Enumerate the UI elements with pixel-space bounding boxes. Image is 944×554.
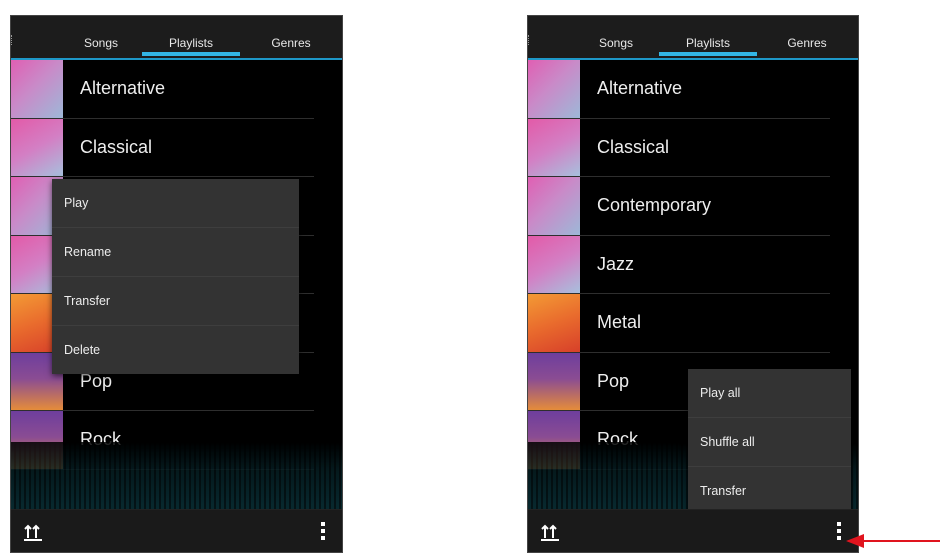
phone-screen-left: Songs Playlists Genres Alternative Class… xyxy=(10,15,343,553)
playlist-label: Contemporary xyxy=(597,195,712,215)
menu-item-play-all[interactable]: Play all xyxy=(688,369,851,418)
tab-genres[interactable]: Genres xyxy=(256,16,326,56)
overflow-menu-icon[interactable] xyxy=(836,522,842,542)
playlist-thumbnail xyxy=(528,60,580,118)
playlist-row-metal[interactable]: Metal xyxy=(528,294,830,353)
menu-item-play[interactable]: Play xyxy=(52,179,299,228)
tab-scroll-indicator xyxy=(11,35,14,45)
menu-item-delete[interactable]: Delete xyxy=(52,326,299,374)
playlist-thumbnail xyxy=(528,177,580,235)
playlist-thumbnail xyxy=(528,352,580,410)
playlist-context-menu: Play Rename Transfer Delete xyxy=(52,179,299,374)
tab-playlists[interactable]: Playlists xyxy=(659,16,757,56)
playlist-thumbnail xyxy=(528,294,580,352)
visualizer-background xyxy=(11,442,342,510)
tab-genres[interactable]: Genres xyxy=(772,16,842,56)
menu-item-transfer[interactable]: Transfer xyxy=(52,277,299,326)
overflow-menu: Play all Shuffle all Transfer xyxy=(688,369,851,515)
playlist-thumbnail xyxy=(528,235,580,293)
playlist-thumbnail xyxy=(528,118,580,176)
sort-icon[interactable] xyxy=(23,522,43,542)
playlist-label: Jazz xyxy=(597,253,635,274)
menu-item-transfer[interactable]: Transfer xyxy=(688,467,851,515)
playlist-label: Alternative xyxy=(80,78,166,98)
tab-scroll-indicator xyxy=(528,35,531,45)
overflow-menu-icon[interactable] xyxy=(320,522,326,542)
playlist-label: Alternative xyxy=(597,78,683,98)
playlist-row-classical[interactable]: Classical xyxy=(11,118,314,177)
phone-screen-right: Songs Playlists Genres Alternative Class… xyxy=(527,15,859,553)
playlist-row-alternative[interactable]: Alternative xyxy=(11,60,314,119)
annotation-arrow-icon xyxy=(846,534,940,548)
playlist-thumbnail xyxy=(11,60,63,118)
bottom-action-bar xyxy=(11,509,342,552)
playlist-row-jazz[interactable]: Jazz xyxy=(528,235,830,294)
playlist-label: Pop xyxy=(597,370,630,391)
sort-icon[interactable] xyxy=(540,522,560,542)
playlist-label: Classical xyxy=(597,136,670,157)
playlist-label: Classical xyxy=(80,136,153,157)
tab-songs[interactable]: Songs xyxy=(581,16,651,56)
tab-songs[interactable]: Songs xyxy=(66,16,136,56)
playlist-row-alternative[interactable]: Alternative xyxy=(528,60,830,119)
tab-playlists[interactable]: Playlists xyxy=(142,16,240,56)
playlist-row-classical[interactable]: Classical xyxy=(528,118,830,177)
bottom-action-bar xyxy=(528,509,858,552)
menu-item-rename[interactable]: Rename xyxy=(52,228,299,277)
menu-item-shuffle-all[interactable]: Shuffle all xyxy=(688,418,851,467)
tab-bar: Songs Playlists Genres xyxy=(11,16,342,60)
playlist-thumbnail xyxy=(11,118,63,176)
playlist-row-contemporary[interactable]: Contemporary xyxy=(528,177,830,236)
tab-bar: Songs Playlists Genres xyxy=(528,16,858,60)
playlist-label: Metal xyxy=(597,312,642,332)
